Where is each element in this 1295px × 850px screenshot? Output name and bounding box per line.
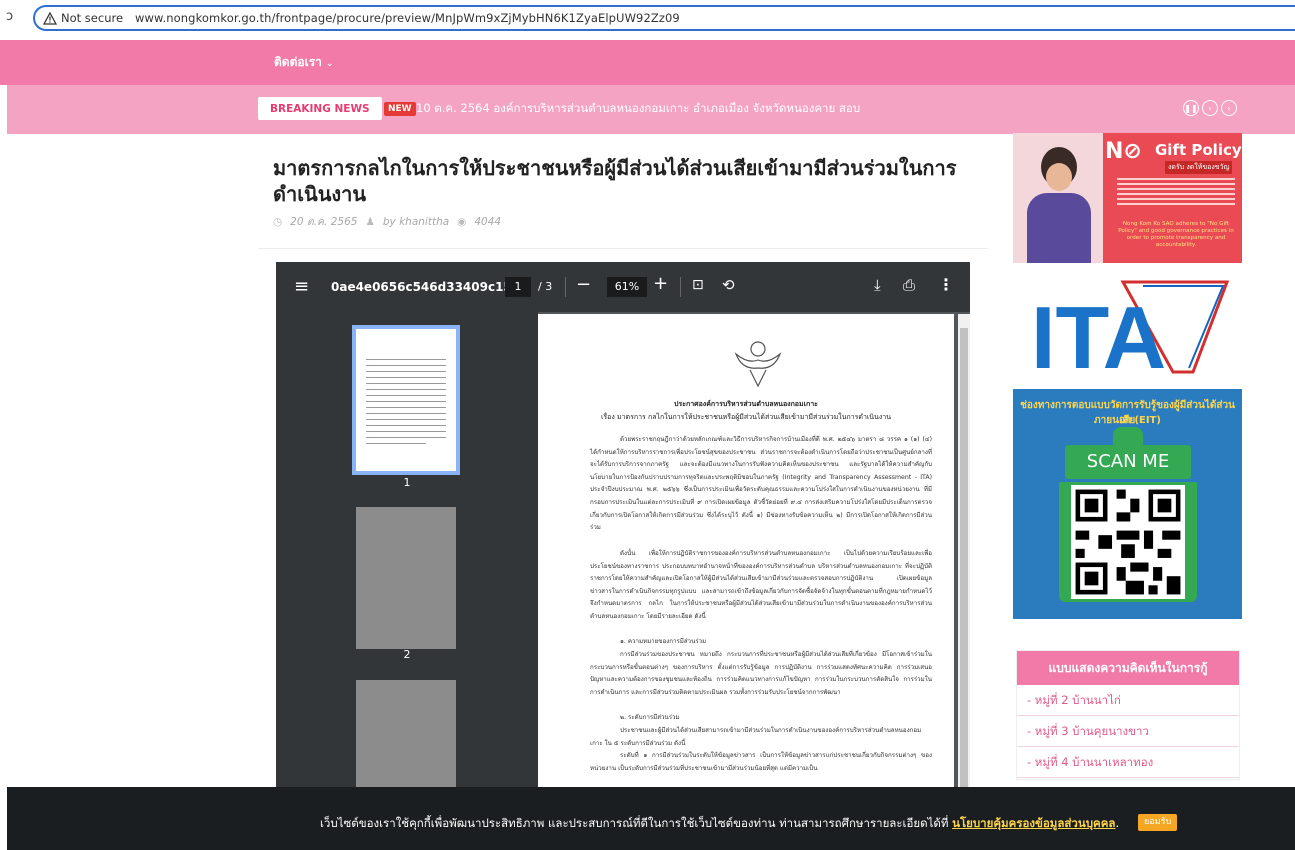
page-thumbnail-3[interactable] bbox=[356, 680, 456, 792]
chevron-down-icon: ⌄ bbox=[325, 59, 334, 69]
article-date: 20 ต.ค. 2565 bbox=[290, 216, 358, 228]
scan-me-label: SCAN ME bbox=[1065, 445, 1191, 479]
zoom-input[interactable]: 61% bbox=[607, 277, 647, 297]
next-icon[interactable]: › bbox=[1221, 100, 1237, 116]
ticker-arrow-icon bbox=[369, 101, 378, 117]
opinion-link[interactable]: - หมู่ที่ 2 บ้านนาไก่ bbox=[1017, 685, 1239, 716]
pdf-page: ประกาศองค์การบริหารส่วนตำบลหนองกอมเกาะ เ… bbox=[538, 314, 954, 792]
article-title: มาตรการกลไกในการให้ประชาชนหรือผู้มีส่วนไ… bbox=[273, 156, 957, 206]
rotate-icon[interactable]: ⟲ bbox=[722, 276, 735, 294]
toolbar-separator bbox=[680, 277, 681, 297]
doc-subject: เรื่อง มาตรการ กลไกในการให้ประชาชนหรือผู… bbox=[600, 413, 891, 421]
opinion-link[interactable]: - หมู่ที่ 3 บ้านคุยนางขาว bbox=[1017, 716, 1239, 747]
no-sign-icon: N⊘ bbox=[1105, 139, 1142, 164]
warning-icon bbox=[43, 11, 57, 25]
page-number-input[interactable]: 1 bbox=[505, 277, 531, 297]
prev-icon[interactable]: ‹ bbox=[1202, 100, 1218, 116]
print-icon[interactable]: ⎙ bbox=[903, 276, 915, 294]
divider bbox=[258, 248, 988, 249]
opinion-card: แบบแสดงความคิดเห็นในการกู้ - หมู่ที่ 2 บ… bbox=[1016, 650, 1240, 780]
ticker-controls: ❚❚ ‹ › bbox=[1183, 100, 1237, 116]
doc-paragraph: ด้วยพระราชกฤษฎีกาว่าด้วยหลักเกณฑ์และวิธี… bbox=[590, 436, 932, 532]
thumbnail-pane: 1 2 bbox=[276, 312, 538, 792]
garuda-emblem-icon bbox=[734, 341, 782, 388]
zoom-in-icon[interactable]: + bbox=[653, 273, 668, 294]
eit-subtitle: ภายนอก (EIT) bbox=[1094, 415, 1161, 426]
article-meta: ◷ 20 ต.ค. 2565 ♟ by khanittha ◉ 4044 bbox=[273, 213, 501, 230]
ticker-headline[interactable]: 10 ต.ค. 2564 องค์การบริหารส่วนตำบลหนองกอ… bbox=[416, 100, 860, 118]
gift-policy-subtitle: งดรับ งดให้ของขวัญ bbox=[1165, 161, 1233, 174]
doc-paragraph: ๒. ระดับการมีส่วนร่วม bbox=[620, 714, 680, 721]
news-ticker-bar: BREAKING NEWS NEW 10 ต.ค. 2564 องค์การบร… bbox=[7, 85, 1295, 134]
article-views: 4044 bbox=[474, 215, 502, 228]
cookie-consent-bar: เว็บไซต์ของเราใช้คุกกี้เพื่อพัฒนาประสิทธ… bbox=[7, 787, 1295, 850]
ita-banner[interactable]: ITA bbox=[1013, 276, 1242, 387]
menu-icon[interactable]: ≡ bbox=[294, 276, 309, 297]
zoom-out-icon[interactable]: − bbox=[576, 274, 591, 295]
cookie-text: เว็บไซต์ของเราใช้คุกกี้เพื่อพัฒนาประสิทธ… bbox=[320, 816, 949, 830]
reload-icon[interactable]: ɔ bbox=[6, 9, 13, 24]
opinion-heading: แบบแสดงความคิดเห็นในการกู้ bbox=[1017, 651, 1239, 685]
clock-icon: ◷ bbox=[273, 215, 283, 228]
mayor-photo bbox=[1013, 133, 1103, 263]
pdf-viewer[interactable]: ≡ 0ae4e0656c546d33409c15... 1 / 3 − 61% … bbox=[276, 262, 970, 792]
doc-paragraph: การมีส่วนร่วมของประชาชน หมายถึง กระบวนกา… bbox=[590, 651, 932, 696]
doc-header: ประกาศองค์การบริหารส่วนตำบลหนองกอมเกาะ bbox=[674, 400, 818, 408]
browser-address-row: ɔ Not secure www.nongkomkor.go.th/frontp… bbox=[0, 0, 1295, 38]
pause-icon[interactable]: ❚❚ bbox=[1183, 100, 1199, 116]
gift-policy-title: Gift Policy bbox=[1155, 141, 1242, 159]
page-thumbnail-2[interactable] bbox=[356, 507, 456, 649]
doc-paragraph: ๑. ความหมายของการมีส่วนร่วม bbox=[620, 638, 707, 645]
user-icon: ♟ bbox=[365, 215, 375, 228]
ita-text: ITA bbox=[1031, 288, 1166, 384]
gift-ribbon-icon bbox=[1113, 427, 1143, 445]
article-author[interactable]: by khanittha bbox=[383, 216, 449, 228]
nav-contact-menu[interactable]: ติดต่อเรา ⌄ bbox=[274, 53, 333, 72]
pdf-filename: 0ae4e0656c546d33409c15... bbox=[331, 280, 526, 294]
doc-paragraph: ประชาชนและผู้มีส่วนได้ส่วนเสียสามารถเข้า… bbox=[590, 727, 922, 747]
doc-paragraph: ดังนั้น เพื่อให้การปฏิบัติราชการขององค์ก… bbox=[590, 550, 932, 620]
cookie-period: . bbox=[1115, 816, 1120, 830]
gift-policy-en-text: Nong Kom Ko SAO adheres to "No Gift Poli… bbox=[1118, 221, 1234, 248]
cookie-message: เว็บไซต์ของเราใช้คุกกี้เพื่อพัฒนาประสิทธ… bbox=[320, 815, 1119, 833]
download-icon[interactable]: ⤓ bbox=[874, 276, 881, 294]
eye-icon: ◉ bbox=[457, 215, 467, 228]
scrollbar-thumb[interactable] bbox=[960, 328, 968, 788]
opinion-link[interactable]: - หมู่ที่ 4 บ้านนาเหลาทอง bbox=[1017, 747, 1239, 778]
pdf-scrollbar[interactable] bbox=[958, 314, 970, 792]
no-gift-policy-banner[interactable]: N⊘ Gift Policy งดรับ งดให้ของขวัญ Nong K… bbox=[1013, 133, 1242, 263]
nav-contact-label: ติดต่อเรา bbox=[274, 55, 322, 69]
new-badge: NEW bbox=[384, 102, 416, 116]
thumbnail-label: 1 bbox=[403, 476, 411, 489]
breaking-news-label: BREAKING NEWS bbox=[258, 97, 382, 120]
eit-survey-banner[interactable]: ช่องทางการตอบแบบวัดการรับรู้ของผู้มีส่วน… bbox=[1013, 389, 1242, 619]
thumbnail-label: 2 bbox=[403, 648, 411, 661]
fit-page-icon[interactable]: ⊡ bbox=[692, 277, 704, 293]
address-bar[interactable]: Not secure www.nongkomkor.go.th/frontpag… bbox=[33, 5, 1295, 31]
accept-cookies-button[interactable]: ยอมรับ bbox=[1138, 814, 1178, 831]
toolbar-separator bbox=[565, 277, 566, 297]
more-options-icon[interactable]: ⋮ bbox=[938, 275, 954, 294]
qr-code-icon bbox=[1071, 485, 1185, 599]
pdf-toolbar: ≡ 0ae4e0656c546d33409c15... 1 / 3 − 61% … bbox=[276, 262, 970, 312]
page-total: / 3 bbox=[538, 280, 553, 293]
privacy-policy-link[interactable]: นโยบายคุ้มครองข้อมูลส่วนบุคคล bbox=[952, 816, 1115, 830]
ita-logo: ITA bbox=[1031, 280, 1230, 387]
doc-paragraph: ระดับที่ ๑ การมีส่วนร่วมในระดับให้ข้อมูล… bbox=[590, 752, 932, 772]
main-nav: ติดต่อเรา ⌄ bbox=[0, 40, 1295, 85]
security-label[interactable]: Not secure bbox=[61, 11, 123, 25]
gift-policy-body bbox=[1117, 175, 1235, 215]
page-thumbnail-1[interactable] bbox=[352, 325, 460, 475]
url-text[interactable]: www.nongkomkor.go.th/frontpage/procure/p… bbox=[135, 11, 680, 25]
